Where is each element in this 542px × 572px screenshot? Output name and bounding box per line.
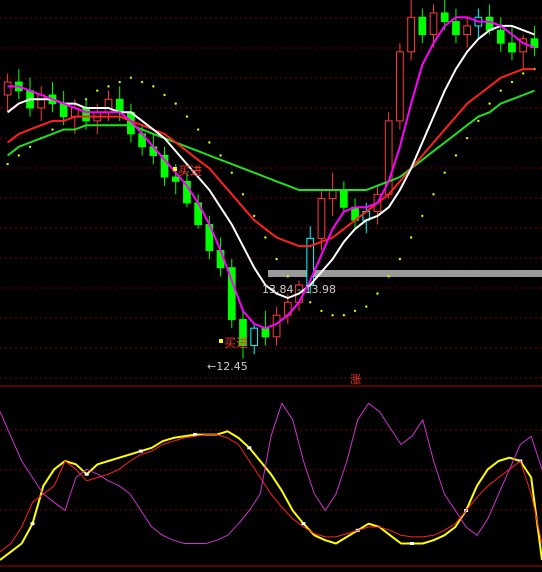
sar-dot [118,80,121,84]
sar-dot [196,128,200,131]
sar-dot [398,257,402,261]
candle-body [440,12,449,23]
buy-signal-marker [173,167,177,171]
sar-dot [421,214,424,218]
candle-body [250,327,259,346]
low-arrow-icon: ← [207,360,216,373]
sar-dot [96,89,99,92]
buy-signal-label: 买进 [224,336,248,350]
sar-dot [331,314,334,317]
candle-body [261,327,270,338]
sar-dot [28,145,32,149]
candle-body [429,12,438,36]
candle-body [452,21,460,36]
sar-dot [376,292,379,295]
sar-dot [17,154,21,157]
oscillator-marker [30,522,35,526]
candle-body [463,25,472,36]
sar-dot [309,301,312,304]
candle-body [339,189,348,208]
sar-dot [264,236,267,239]
candle-body [508,42,516,53]
oscillator-marker [138,449,143,453]
sar-dot [51,128,54,131]
candle-body [396,51,404,122]
sar-dot [275,257,278,261]
sar-dot [140,80,144,84]
oscillator-title: 涨 [350,373,361,386]
buy-signal-label: 买进 [178,164,202,178]
oscillator-marker [247,446,252,450]
sar-dot [521,72,525,75]
sar-dot [185,115,189,118]
sar-dot [499,89,502,92]
candle-body [272,314,281,338]
low-price-value: 12.45 [216,360,248,373]
sar-dot [477,119,480,123]
oscillator-marker [409,542,414,545]
candle-body [328,189,337,200]
sar-dot [320,309,323,313]
sar-dot [219,154,222,157]
low-price-label: ←12.45 [207,360,248,373]
sar-dot [163,93,166,97]
candle-body [407,16,415,53]
price-range-label: 13.84 - 13.98 [262,283,336,296]
candle-body [496,29,505,44]
sar-dot [353,309,357,313]
oscillator-marker [301,522,306,526]
stock-chart: 13.84 - 13.98 ←12.45 买进 买进 涨 [0,0,542,572]
sar-dot [241,193,245,196]
sar-dot [230,171,233,174]
sar-dot [387,275,390,278]
sar-dot [409,236,413,239]
sar-dot [252,214,256,218]
sar-dot [443,171,446,174]
sar-dot [129,76,133,79]
candle-body [3,81,12,96]
candle-body [418,16,427,36]
sar-dot [488,102,491,105]
sar-dot [6,162,9,166]
sar-dot [510,80,514,84]
sar-dot [465,136,469,140]
candle-body [82,107,90,122]
candle-body [317,198,326,239]
sar-dot [174,102,177,105]
sar-dot [432,193,435,196]
sar-dot [107,85,110,88]
sar-dot [152,85,155,88]
sar-dot [286,275,290,278]
sar-dot [454,154,458,157]
sar-dot [365,305,368,308]
sar-dot [208,141,211,144]
candle-body [104,98,113,113]
buy-signal-marker [219,339,223,343]
oscillator-marker [84,472,89,476]
sar-dot [342,314,346,317]
